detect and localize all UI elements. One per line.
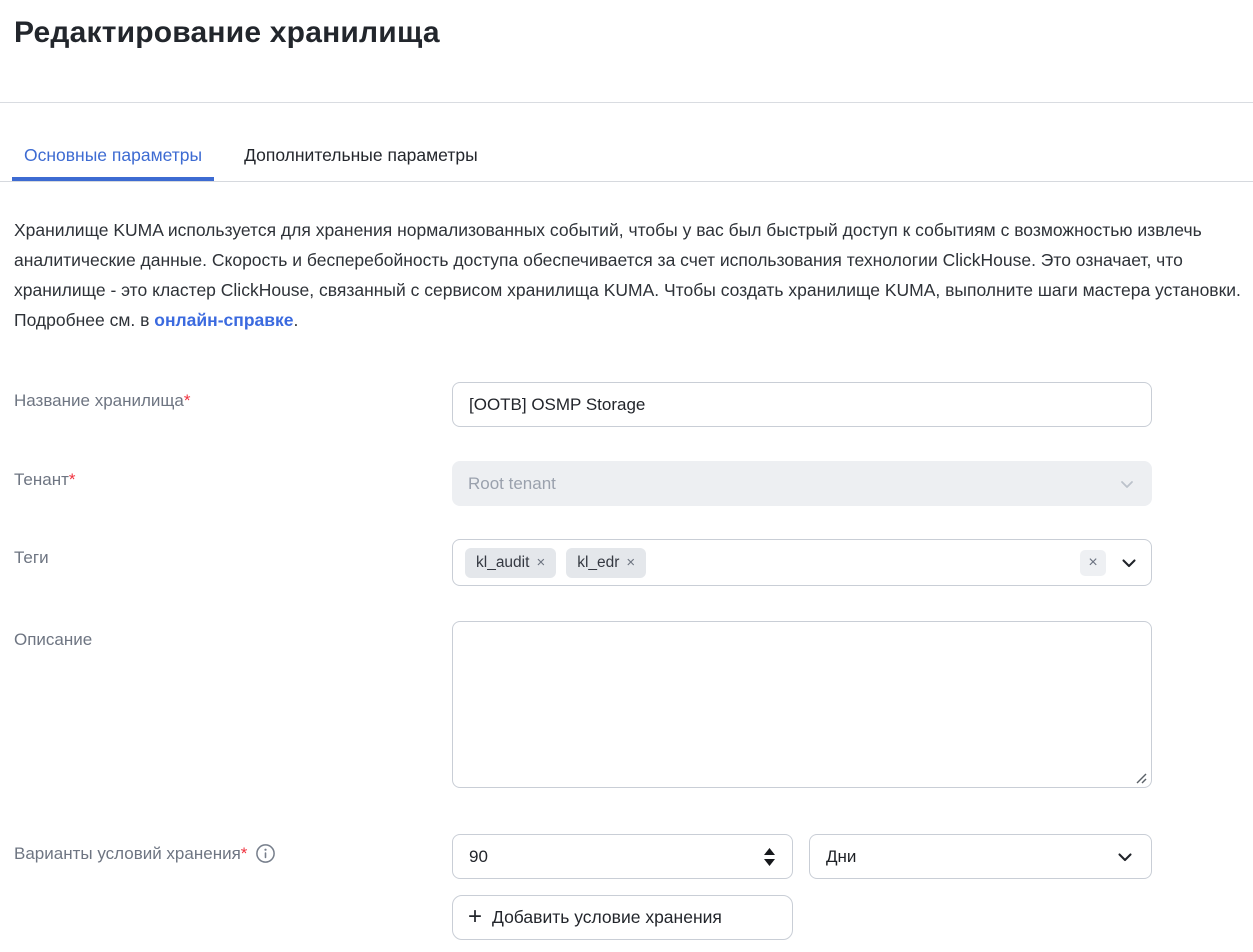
tenant-field-label: Тенант* (14, 470, 76, 490)
add-button-label: Добавить условие хранения (492, 907, 722, 928)
tenant-select-value: Root tenant (468, 474, 556, 494)
name-field-label: Название хранилища* (14, 391, 190, 411)
required-asterisk: * (184, 391, 191, 410)
clear-all-tags-button[interactable]: × (1080, 550, 1106, 576)
tags-field-label: Теги (14, 548, 49, 568)
form-row-name: Название хранилища* (0, 382, 1253, 427)
form-row-retention: Варианты условий хранения* Дни (0, 834, 1253, 940)
edit-storage-page: Редактирование хранилища Основные параме… (0, 0, 1253, 952)
add-retention-condition-button[interactable]: + Добавить условие хранения (452, 895, 793, 940)
chevron-down-icon[interactable] (1119, 553, 1139, 573)
chevron-down-icon (1118, 475, 1136, 493)
description-after-link: . (294, 310, 299, 330)
storage-name-input[interactable] (452, 382, 1152, 427)
tab-main-parameters[interactable]: Основные параметры (12, 145, 214, 181)
chevron-down-icon (1115, 847, 1135, 867)
storage-form: Название хранилища* Тенант* Root tenant (0, 382, 1253, 940)
number-stepper-icon[interactable] (764, 848, 775, 866)
retention-unit-select[interactable]: Дни (809, 834, 1152, 879)
tab-additional-parameters[interactable]: Дополнительные параметры (232, 145, 490, 181)
form-row-tenant: Тенант* Root tenant (0, 461, 1253, 506)
tag-chip-label: kl_audit (476, 554, 529, 572)
form-row-tags: Теги kl_audit × kl_edr × × (0, 539, 1253, 586)
storage-description-text: Хранилище KUMA используется для хранения… (14, 215, 1243, 335)
retention-unit-value: Дни (826, 847, 856, 867)
tags-multiselect[interactable]: kl_audit × kl_edr × × (452, 539, 1152, 586)
online-help-link[interactable]: онлайн-справке (154, 310, 293, 330)
page-title: Редактирование хранилища (0, 0, 1253, 52)
resize-handle-icon[interactable] (1135, 772, 1147, 784)
description-field-label: Описание (14, 630, 92, 650)
retention-days-input[interactable] (452, 834, 793, 879)
tag-chip-kl-audit: kl_audit × (465, 548, 556, 578)
form-row-description: Описание (0, 621, 1253, 793)
retention-field-label: Варианты условий хранения* (14, 844, 247, 864)
plus-icon: + (468, 905, 482, 929)
required-asterisk: * (241, 844, 248, 863)
tag-chip-kl-edr: kl_edr × (566, 548, 646, 578)
tab-bar: Основные параметры Дополнительные параме… (0, 103, 1253, 182)
remove-tag-icon[interactable]: × (626, 555, 635, 570)
remove-tag-icon[interactable]: × (536, 555, 545, 570)
description-textarea[interactable] (452, 621, 1152, 788)
tag-chip-label: kl_edr (577, 554, 619, 572)
tenant-select-disabled: Root tenant (452, 461, 1152, 506)
required-asterisk: * (69, 470, 76, 489)
info-icon[interactable] (255, 843, 276, 864)
